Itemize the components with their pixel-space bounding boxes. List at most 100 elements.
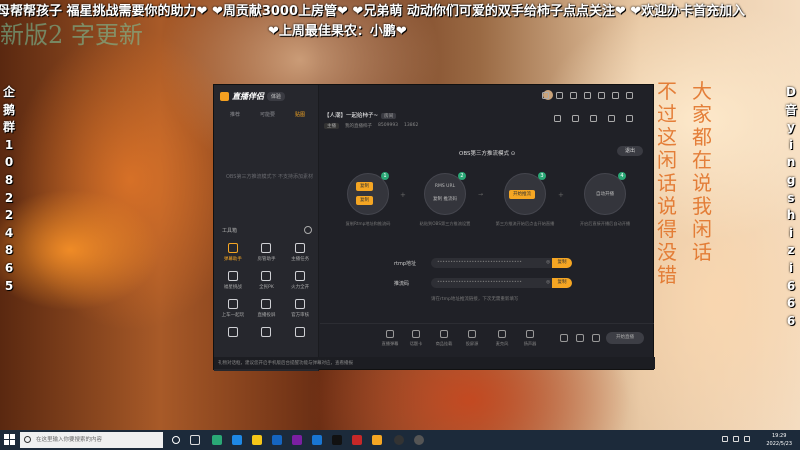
left-strip: 企鹅群 1 0 8 2 2 4 8 6 5 <box>2 84 16 430</box>
left-strip-char: 6 <box>4 260 14 275</box>
tool-0[interactable]: 弹幕助手 <box>216 243 250 267</box>
tool-10[interactable] <box>250 327 284 351</box>
camera-icon[interactable] <box>560 334 568 342</box>
menu-icon[interactable] <box>584 92 591 99</box>
plus-2: + <box>558 191 564 199</box>
music-icon[interactable] <box>352 435 362 445</box>
bottom-tool-label: 商品挂载 <box>435 341 453 346</box>
right-strip: D音yingshizi666 <box>784 84 798 430</box>
left-tabs: 推荐 可能要 贴图 <box>230 111 305 118</box>
go-live-button[interactable]: 开始直播 <box>606 332 644 344</box>
tool-6[interactable]: 上车一起玩 <box>216 299 250 323</box>
right-strip-char: g <box>786 172 796 187</box>
bell-icon[interactable] <box>608 115 615 122</box>
tab-1[interactable]: 可能要 <box>260 111 275 118</box>
copy-key-pill[interactable]: 复制 <box>356 196 373 205</box>
room-badge[interactable]: 房间 <box>381 113 397 119</box>
more-icon[interactable] <box>626 115 633 122</box>
bottom-tool-label: 话题卡 <box>409 341 423 346</box>
search-icon <box>24 436 31 443</box>
gear-icon[interactable] <box>592 334 600 342</box>
edge-icon[interactable] <box>232 435 242 445</box>
bottom-notice: 礼物对话框，建议您开启手机版后台提醒功能与弹幕对应，查看播报 <box>214 357 655 369</box>
maximize-icon[interactable] <box>612 92 619 99</box>
start-push-pill[interactable]: 开始推流 <box>509 190 535 199</box>
tool-3[interactable]: 福星挑战 <box>216 271 250 295</box>
gift-icon[interactable] <box>556 92 563 99</box>
tool-label: 福星挑战 <box>223 285 242 290</box>
rtmp-label: rtmp地址 <box>394 261 417 267</box>
bottom-tool-5[interactable]: 扬声器 <box>518 330 542 347</box>
version-badge[interactable]: 体验 <box>267 92 286 101</box>
tool-7[interactable]: 直播投屏 <box>250 299 284 323</box>
bottom-tool-1[interactable]: 话题卡 <box>404 330 428 347</box>
input-method-icon[interactable] <box>744 436 750 442</box>
message-icon[interactable] <box>542 92 549 99</box>
pk-icon <box>261 271 272 281</box>
tool-9[interactable] <box>216 327 250 351</box>
minimize-icon[interactable] <box>598 92 605 99</box>
word-icon[interactable] <box>312 435 322 445</box>
poem-char: 话 <box>657 171 677 195</box>
windows-start-icon[interactable] <box>4 434 16 446</box>
step-4-line[interactable]: 自动开播 <box>585 191 625 197</box>
top-winner: ❤上周最佳果农：小鹏❤ <box>268 24 407 39</box>
tools-settings-icon[interactable] <box>304 226 312 234</box>
bottom-tool-0[interactable]: 直播弹幕 <box>378 330 402 347</box>
rtmp-field[interactable]: •••••••••••••••••••••••••••••••• ◎ <box>431 258 556 268</box>
key-field[interactable]: •••••••••••••••••••••••••••••••• ◎ <box>431 278 556 288</box>
network-icon[interactable] <box>722 436 728 442</box>
eye-icon-2[interactable]: ◎ <box>546 278 550 288</box>
manager-icon <box>261 243 272 253</box>
barrage-icon <box>386 330 394 338</box>
tool-label: 弹幕助手 <box>223 257 242 262</box>
task-view-icon[interactable] <box>190 435 200 445</box>
media-icon[interactable] <box>332 435 342 445</box>
tool-5[interactable]: 火力全开 <box>283 271 317 295</box>
volume-icon[interactable] <box>733 436 739 442</box>
car-icon <box>227 299 238 309</box>
record-icon[interactable] <box>576 334 584 342</box>
taskbar-search[interactable]: 在这里输入你要搜索的内容 <box>20 432 163 448</box>
pr-icon[interactable] <box>292 435 302 445</box>
clock[interactable]: 19:29 2022/5/23 <box>766 432 792 448</box>
poem-char: 都 <box>692 125 712 149</box>
settings-icon[interactable] <box>570 92 577 99</box>
tool-label: 房管助手 <box>257 257 276 262</box>
tool-8[interactable]: 官方审核 <box>283 299 317 323</box>
poem-char: 闲 <box>692 217 712 241</box>
copy-icon[interactable] <box>590 115 597 122</box>
right-strip-char: D <box>786 85 796 99</box>
explorer-icon[interactable] <box>252 435 262 445</box>
live-app-icon[interactable] <box>372 435 382 445</box>
clock-time: 19:29 <box>771 433 787 439</box>
tool-11[interactable] <box>283 327 317 351</box>
copy-rtmp-button[interactable]: 复制 <box>552 258 572 268</box>
bottom-tool-3[interactable]: 投屏源 <box>460 330 484 347</box>
bottom-tool-2[interactable]: 商品挂载 <box>432 330 456 347</box>
app-icon[interactable] <box>394 435 404 445</box>
room-title-text: 【人潮】一起给柿子~ <box>324 113 379 119</box>
close-icon[interactable] <box>626 92 633 99</box>
exit-button[interactable]: 退出 <box>617 146 643 156</box>
tool-1[interactable]: 房管助手 <box>250 243 284 267</box>
tool-label: 全民PK <box>259 285 274 290</box>
cortana-icon[interactable] <box>172 436 180 444</box>
copy-rtmp-pill[interactable]: 复制 <box>356 182 373 191</box>
obs-icon[interactable] <box>414 435 424 445</box>
poem-char: 大 <box>692 79 712 103</box>
copy-key-button[interactable]: 复制 <box>552 278 572 288</box>
lock-icon[interactable] <box>572 115 579 122</box>
room-title: 【人潮】一起给柿子~ 房间 <box>324 111 397 119</box>
step-3-desc: 第三方推流开始后点击开始直播 <box>495 221 555 226</box>
tool-2[interactable]: 主播任务 <box>283 243 317 267</box>
bottom-tool-4[interactable]: 麦克风 <box>490 330 514 347</box>
tool-4[interactable]: 全民PK <box>250 271 284 295</box>
ps-icon[interactable] <box>272 435 282 445</box>
eye-icon[interactable]: ◎ <box>546 258 550 268</box>
tab-0[interactable]: 推荐 <box>230 111 240 118</box>
tab-2[interactable]: 贴图 <box>295 111 305 118</box>
share-icon[interactable] <box>554 115 561 122</box>
browser-icon[interactable] <box>212 435 222 445</box>
more-icon-2 <box>261 327 272 337</box>
